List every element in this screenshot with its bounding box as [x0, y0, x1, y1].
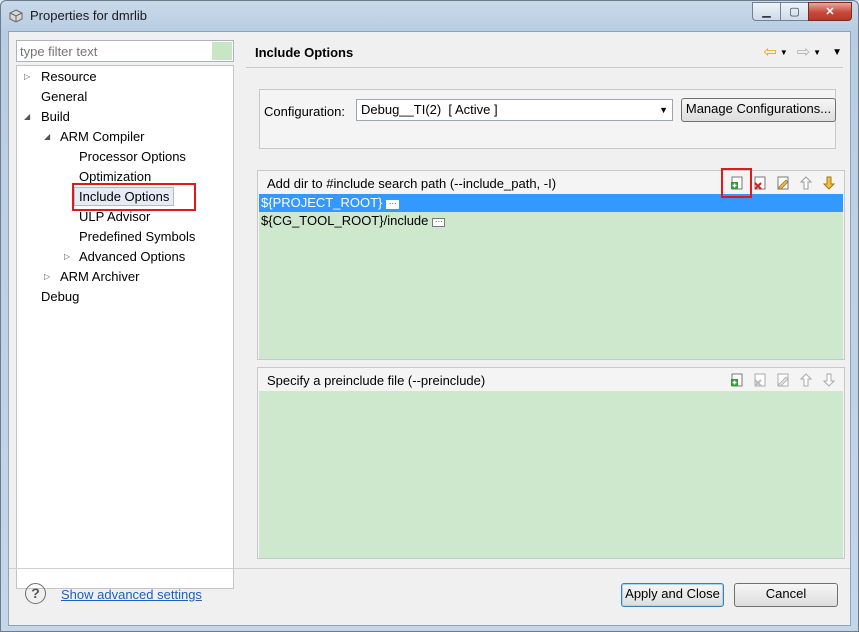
title-bar[interactable]: Properties for dmrlib ▁ ▢ ✕ — [1, 1, 858, 31]
move-up-icon[interactable] — [797, 174, 815, 192]
preinclude-toolbar — [728, 371, 838, 389]
properties-window: Properties for dmrlib ▁ ▢ ✕ ▷ Resource G… — [0, 0, 859, 632]
include-path-group: Add dir to #include search path (--inclu… — [257, 170, 845, 360]
manage-configurations-button[interactable]: Manage Configurations... — [681, 98, 836, 122]
close-button[interactable]: ✕ — [808, 2, 852, 21]
show-advanced-settings-link[interactable]: Show advanced settings — [61, 587, 202, 602]
collapse-arrow-icon[interactable]: ◢ — [44, 127, 54, 147]
preinclude-group: Specify a preinclude file (--preinclude) — [257, 367, 845, 559]
back-arrow-icon[interactable]: ⇦ — [763, 42, 776, 62]
list-item-text: ${PROJECT_ROOT} — [261, 195, 383, 210]
page-title: Include Options — [255, 45, 354, 60]
configuration-select[interactable]: Debug__TI(2) [ Active ] ▼ — [356, 99, 673, 121]
include-path-list[interactable]: ${PROJECT_ROOT} ··· ${CG_TOOL_ROOT}/inclu… — [259, 194, 843, 359]
list-item-text: ${CG_TOOL_ROOT}/include — [261, 213, 429, 228]
edit-icon[interactable] — [774, 174, 792, 192]
tree-item-predefined-symbols[interactable]: Predefined Symbols — [79, 227, 195, 247]
delete-icon[interactable] — [751, 371, 769, 389]
forward-dropdown-icon[interactable]: ▼ — [813, 48, 821, 57]
tree-label: Advanced Options — [79, 249, 186, 264]
preinclude-list[interactable] — [259, 391, 843, 558]
back-dropdown-icon[interactable]: ▼ — [780, 48, 788, 57]
settings-tree: ▷ Resource General ◢ Build ◢ ARM Compile… — [16, 65, 234, 589]
view-menu-icon[interactable]: ▼ — [832, 47, 842, 58]
move-down-icon[interactable] — [820, 371, 838, 389]
highlight-box — [721, 168, 752, 198]
app-icon — [9, 9, 23, 23]
move-down-icon[interactable] — [820, 174, 838, 192]
tree-label: ARM Archiver — [60, 269, 140, 284]
tree-item-arm-compiler[interactable]: ◢ ARM Compiler — [17, 127, 217, 147]
dialog-body: ▷ Resource General ◢ Build ◢ ARM Compile… — [8, 31, 851, 626]
header-divider — [246, 67, 843, 68]
window-title: Properties for dmrlib — [30, 8, 148, 23]
tree-item-advanced-options[interactable]: ▷ Advanced Options — [17, 247, 217, 267]
expand-arrow-icon[interactable]: ▷ — [44, 267, 54, 287]
filter-input[interactable] — [20, 43, 208, 59]
help-icon[interactable]: ? — [25, 583, 46, 604]
move-up-icon[interactable] — [797, 371, 815, 389]
footer-divider — [9, 568, 850, 569]
include-path-title: Add dir to #include search path (--inclu… — [267, 176, 557, 191]
tree-label: Resource — [41, 69, 97, 84]
tree-label: ARM Compiler — [60, 129, 145, 144]
configuration-label: Configuration: — [264, 104, 345, 119]
delete-icon[interactable] — [751, 174, 769, 192]
cancel-button[interactable]: Cancel — [734, 583, 838, 607]
expand-arrow-icon[interactable]: ▷ — [64, 247, 74, 267]
expand-arrow-icon[interactable]: ▷ — [24, 67, 34, 87]
ellipsis-icon[interactable]: ··· — [432, 218, 446, 227]
tree-item-processor-options[interactable]: Processor Options — [79, 147, 186, 167]
page-header: Include Options ⇦ ▼ ⇨ ▼ ▼ — [246, 36, 844, 64]
preinclude-title: Specify a preinclude file (--preinclude) — [267, 373, 486, 388]
maximize-button[interactable]: ▢ — [780, 2, 808, 21]
clear-filter-icon[interactable] — [212, 42, 232, 60]
edit-icon[interactable] — [774, 371, 792, 389]
configuration-value: Debug__TI(2) [ Active ] — [361, 102, 498, 117]
collapse-arrow-icon[interactable]: ◢ — [24, 107, 34, 127]
tree-item-arm-archiver[interactable]: ▷ ARM Archiver — [17, 267, 217, 287]
tree-item-general[interactable]: General — [41, 87, 87, 107]
chevron-down-icon: ▼ — [659, 105, 668, 115]
ellipsis-icon[interactable]: ··· — [386, 200, 400, 209]
add-icon[interactable] — [728, 371, 746, 389]
apply-and-close-button[interactable]: Apply and Close — [621, 583, 724, 607]
minimize-button[interactable]: ▁ — [752, 2, 780, 21]
tree-item-ulp-advisor[interactable]: ULP Advisor — [79, 207, 150, 227]
forward-arrow-icon[interactable]: ⇨ — [797, 42, 810, 62]
filter-box[interactable] — [16, 40, 234, 62]
list-item[interactable]: ${CG_TOOL_ROOT}/include ··· — [259, 212, 843, 230]
list-item[interactable]: ${PROJECT_ROOT} ··· — [259, 194, 843, 212]
tree-item-debug[interactable]: Debug — [41, 287, 79, 307]
tree-label: Build — [41, 109, 70, 124]
